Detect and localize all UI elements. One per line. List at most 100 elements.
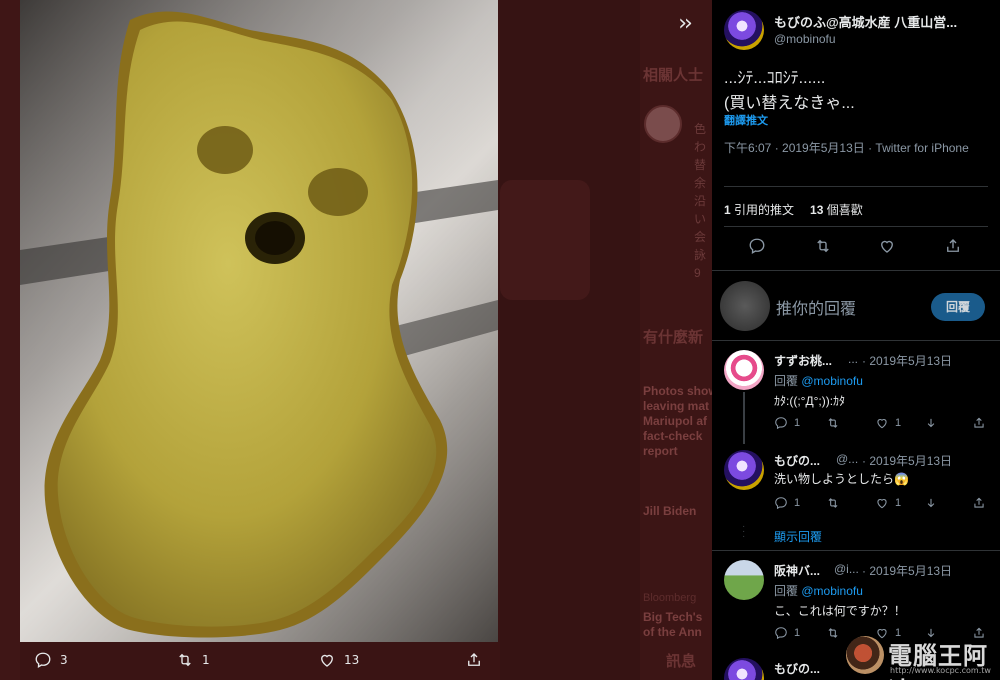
collapse-panel-icon[interactable]: ›› [667,8,701,42]
reply-date[interactable]: · 2019年5月13日 [862,352,952,369]
reply-date[interactable]: · 2019年5月13日 [862,562,952,579]
reply-avatar[interactable] [724,560,764,600]
background-text-column: 色 わ 替 余 沿 い 会 詠 9 [694,122,707,280]
heart-icon [877,419,887,429]
reply-to-handle[interactable]: @mobinofu [801,374,863,388]
reply-like-button[interactable]: 1 [875,416,901,430]
reply-actions: 1 1 [774,416,994,434]
reply-reply-button[interactable]: 1 [774,496,800,510]
reply-downvote-button[interactable] [924,496,938,510]
user-avatar [720,281,770,331]
reply-date[interactable]: · 2019年5月13日 [862,452,952,469]
reply-avatar[interactable] [724,658,764,680]
reply-share-button[interactable] [972,626,986,640]
reply-retweet-button[interactable] [826,496,840,510]
photo-like-button[interactable]: 13 [318,651,359,669]
tweet-source: Twitter for iPhone [875,141,969,155]
reply-text: こ、これは何ですか？！ [774,604,906,618]
tweet-text: ...ｼﾃ...ｺﾛｼﾃ...... (買い替えなきゃ... [724,70,855,112]
reply-to: 回覆 @mobinofu [774,372,863,389]
reply-like-count: 1 [895,497,902,509]
author-avatar[interactable] [724,10,764,50]
reply-icon [775,417,787,430]
reply-item[interactable]: もびの... [712,650,1000,680]
reply-item[interactable]: もびの... @... · 2019年5月13日 洗い物しようとしたら😱 1 1 [712,442,1000,522]
reply-reply-button[interactable]: 1 [774,626,800,640]
reply-reply-count: 1 [794,497,801,509]
photo-retweet-button[interactable]: 1 [176,651,210,669]
reply-like-button[interactable]: 1 [875,496,901,510]
quote-stat[interactable]: 1 引用的推文 [724,201,794,218]
reply-author-name[interactable]: 阪神バ... [774,562,820,579]
reply-retweet-button[interactable] [826,626,840,640]
sponge-ghost-image [20,0,498,642]
share-icon [974,627,984,638]
share-icon [468,653,480,666]
reply-actions: 1 1 [774,626,994,644]
divider [724,226,988,227]
tweet-author[interactable]: もびのふ@高城水産 八重山営... @mobinofu [724,10,988,50]
like-stat[interactable]: 13 個喜歡 [810,201,863,218]
heart-icon [877,499,887,509]
reply-avatar[interactable] [724,350,764,390]
tweet-meta: 下午6:07 · 2019年5月13日 · Twitter for iPhone [724,140,982,157]
reply-icon [775,627,787,640]
photo-action-bar: 3 1 13 [20,642,498,680]
news-item-big-tech: Big Tech's of the Ann [643,610,703,639]
news-item-source: Bloomberg [643,592,697,604]
reply-author-name[interactable]: すずお桃... [774,352,832,369]
reply-item[interactable]: 阪神バ... @i... · 2019年5月13日 回覆 @mobinofu こ… [712,552,1000,652]
reply-reply-count: 1 [794,417,801,429]
tweet-timestamp[interactable]: 下午6:07 · 2019年5月13日 · [724,141,875,155]
reply-handle[interactable]: @... [836,452,858,466]
retweet-icon[interactable] [814,237,834,257]
show-replies-link[interactable]: 顯示回覆 [774,528,822,545]
heart-icon[interactable] [878,237,898,257]
retweet-icon [828,628,838,638]
background-feed [500,0,640,680]
reply-retweet-button[interactable] [826,416,840,430]
reply-author-name[interactable]: もびの... [774,452,820,469]
retweet-icon [828,418,838,428]
reply-icon [35,652,51,668]
divider [712,340,1000,341]
reply-avatar[interactable] [724,450,764,490]
reply-to-prefix: 回覆 [774,374,802,388]
photo-retweet-count: 1 [202,653,210,667]
author-handle[interactable]: @mobinofu [774,32,836,46]
share-icon[interactable] [944,237,964,257]
reply-like-button[interactable]: 1 [875,626,901,640]
news-headline: Photos show leaving mat Mariupol af fact… [643,384,712,458]
tweet-stats: 1 引用的推文 13 個喜歡 [724,201,863,218]
retweet-icon [828,498,838,508]
photo-like-count: 13 [344,653,360,667]
translate-tweet-link[interactable]: 翻譯推文 [724,112,768,128]
reply-handle[interactable]: ... [848,352,858,366]
photo-share-button[interactable] [465,651,483,669]
reply-reply-button[interactable]: 1 [774,416,800,430]
reply-handle[interactable]: @i... [834,562,859,576]
divider [712,270,1000,271]
heart-icon [877,629,887,639]
like-count: 13 [810,203,824,217]
reply-submit-button[interactable]: 回覆 [931,293,985,321]
reply-text: 洗い物しようとしたら😱 [774,472,909,486]
tweet-photo[interactable] [20,0,498,642]
reply-icon[interactable] [748,237,768,257]
background-avatar [644,105,682,143]
reply-author-name[interactable]: もびの... [774,660,820,677]
reply-reply-count: 1 [794,627,801,639]
reply-share-button[interactable] [972,416,986,430]
tweet-detail-panel: もびのふ@高城水産 八重山営... @mobinofu ...ｼﾃ...ｺﾛｼﾃ… [712,0,1000,680]
reply-input[interactable]: 推你的回覆 [776,295,856,319]
reply-to-handle[interactable]: @mobinofu [801,584,863,598]
reply-share-button[interactable] [972,496,986,510]
reply-item[interactable]: すずお桃... ... · 2019年5月13日 回覆 @mobinofu ｶﾀ… [712,342,1000,442]
reply-downvote-button[interactable] [924,416,938,430]
tweet-action-row [712,237,1000,263]
background-sidebar [0,0,20,680]
reply-downvote-button[interactable] [924,626,938,640]
photo-reply-button[interactable]: 3 [34,651,68,669]
author-name[interactable]: もびのふ@高城水産 八重山営... [774,12,957,31]
news-item-jill-biden: Jill Biden [643,504,697,518]
